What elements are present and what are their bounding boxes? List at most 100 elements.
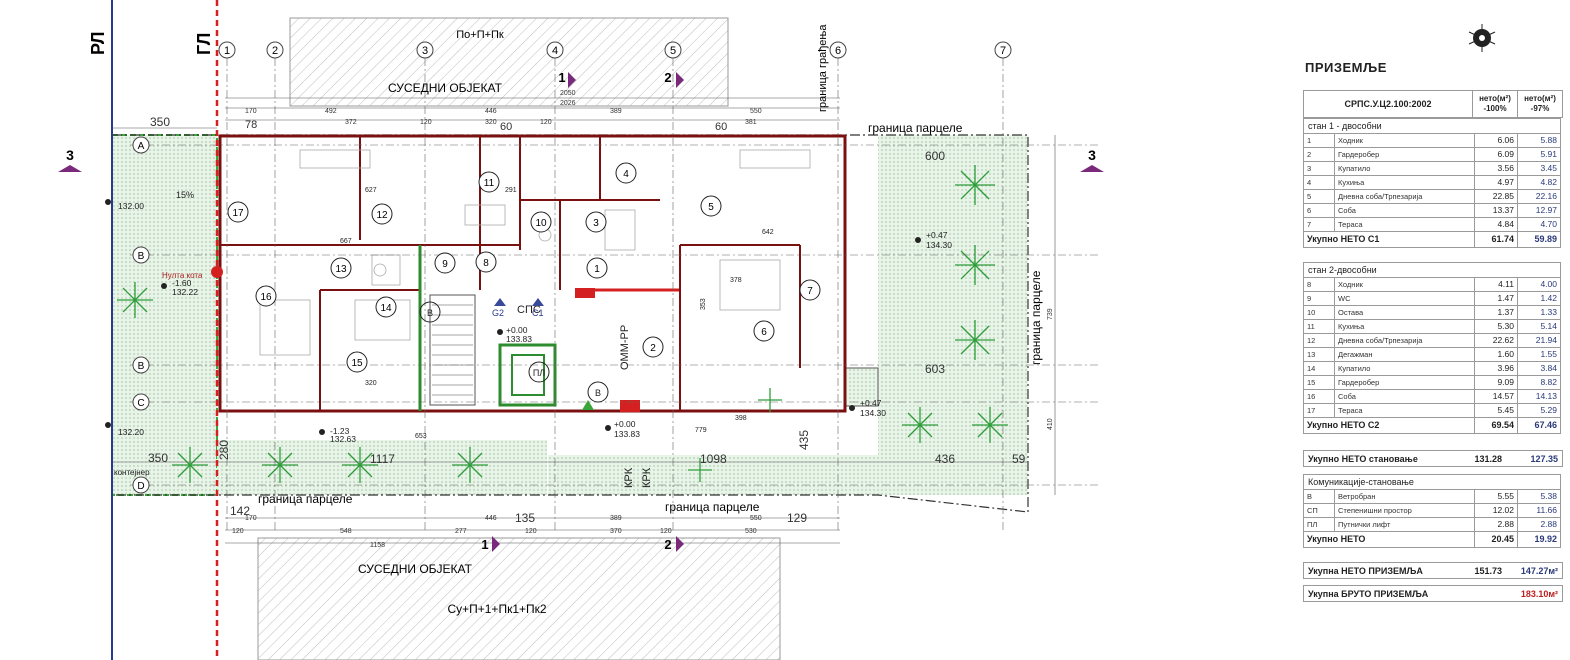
- group-title: Комуникације-становање: [1303, 474, 1561, 490]
- total-label: Укупно НЕТО: [1303, 531, 1475, 548]
- row-number: 15: [1303, 375, 1335, 390]
- table-row: 15 Гардеробер 9.09 8.82: [1303, 375, 1561, 390]
- rl-label: РЛ: [88, 31, 108, 55]
- svg-text:134.30: 134.30: [860, 408, 886, 418]
- svg-text:1: 1: [481, 537, 488, 552]
- total-label: Укупно НЕТО С2: [1303, 417, 1475, 434]
- row-name: Степенишни простор: [1334, 503, 1475, 518]
- row-net-100: 1.60: [1474, 347, 1518, 362]
- svg-text:+0.47: +0.47: [860, 398, 882, 408]
- row-name: Дневна соба/Трпезарија: [1334, 189, 1475, 204]
- svg-text:435: 435: [797, 430, 811, 450]
- svg-text:3: 3: [1088, 147, 1096, 163]
- row-name: Дегажман: [1334, 347, 1475, 362]
- north-arrow-icon: [1468, 24, 1496, 52]
- row-net-100: 4.97: [1474, 175, 1518, 190]
- zero-level-marker: [211, 266, 223, 278]
- svg-text:Нулта кота: Нулта кота: [162, 271, 203, 280]
- row-net-100: 2.88: [1474, 517, 1518, 532]
- ground-gross-row: Укупна БРУТО ПРИЗЕМЉА 183.10м²: [1303, 585, 1563, 602]
- row-net-97: 3.84: [1517, 361, 1561, 376]
- svg-text:15%: 15%: [176, 190, 194, 200]
- neighbor-building-top: [289, 17, 729, 107]
- total-net-100: 69.54: [1474, 417, 1518, 434]
- table-row: 17 Тераса 5.45 5.29: [1303, 403, 1561, 418]
- svg-text:667: 667: [340, 238, 352, 245]
- group-title: стан 2-двособни: [1303, 262, 1561, 278]
- table-row: 7 Тераса 4.84 4.70: [1303, 217, 1561, 232]
- room-number: 14: [380, 303, 392, 314]
- row-net-97: 5.91: [1517, 147, 1561, 162]
- table-row: 16 Соба 14.57 14.13: [1303, 389, 1561, 404]
- row-net-97: 1.55: [1517, 347, 1561, 362]
- row-number: 5: [1303, 189, 1335, 204]
- plot-green-right: [878, 135, 1028, 495]
- table-row: СП Степенишни простор 12.02 11.66: [1303, 503, 1561, 518]
- table-row: 3 Купатило 3.56 3.45: [1303, 161, 1561, 176]
- row-net-97: 4.70: [1517, 217, 1561, 232]
- room-number: 6: [761, 327, 767, 338]
- table-row: ПЛ Путнички лифт 2.88 2.88: [1303, 517, 1561, 532]
- axis-label-left: A: [138, 141, 145, 152]
- row-name: Путнички лифт: [1334, 517, 1475, 532]
- row-number: ПЛ: [1303, 517, 1335, 532]
- svg-text:739: 739: [1047, 308, 1054, 320]
- housing-total-row: Укупно НЕТО становање 131.28 127.35: [1303, 450, 1563, 467]
- row-net-100: 5.30: [1474, 319, 1518, 334]
- room-number: 8: [483, 258, 489, 269]
- table-row: 2 Гардеробер 6.09 5.91: [1303, 147, 1561, 162]
- row-number: 6: [1303, 203, 1335, 218]
- row-name: Кухиња: [1334, 175, 1475, 190]
- svg-text:120: 120: [420, 119, 432, 126]
- svg-text:2026: 2026: [560, 100, 576, 107]
- svg-text:381: 381: [745, 119, 757, 126]
- svg-text:779: 779: [695, 427, 707, 434]
- neighbor-bottom-floors: Су+П+1+Пк1+Пк2: [447, 602, 546, 616]
- svg-text:389: 389: [610, 515, 622, 522]
- row-name: Ветробран: [1334, 489, 1475, 504]
- row-net-97: 4.00: [1517, 277, 1561, 292]
- svg-text:133.83: 133.83: [506, 334, 532, 344]
- table-row: 6 Соба 13.37 12.97: [1303, 203, 1561, 218]
- row-net-97: 4.82: [1517, 175, 1561, 190]
- table-row: 5 Дневна соба/Трпезарија 22.85 22.16: [1303, 189, 1561, 204]
- row-net-97: 5.38: [1517, 489, 1561, 504]
- row-name: Гардеробер: [1334, 147, 1475, 162]
- boundary-bottom-left-label: граница парцеле: [258, 492, 353, 506]
- row-net-97: 14.13: [1517, 389, 1561, 404]
- svg-text:350: 350: [150, 115, 170, 129]
- row-number: 16: [1303, 389, 1335, 404]
- svg-text:653: 653: [415, 433, 427, 440]
- table-row: 13 Дегажман 1.60 1.55: [1303, 347, 1561, 362]
- table-row: 8 Ходник 4.11 4.00: [1303, 277, 1561, 292]
- apartment1-table: стан 1 - двособни 1 Ходник 6.06 5.88 2 Гардеро…: [1303, 118, 1561, 248]
- svg-text:353: 353: [700, 298, 707, 310]
- row-number: 8: [1303, 277, 1335, 292]
- row-name: Кухиња: [1334, 319, 1475, 334]
- row-net-100: 12.02: [1474, 503, 1518, 518]
- row-number: 14: [1303, 361, 1335, 376]
- svg-text:ОММ-РР: ОММ-РР: [619, 325, 631, 370]
- room-number: 11: [484, 178, 495, 189]
- svg-text:+0.00: +0.00: [614, 419, 636, 429]
- svg-text:ПЛ: ПЛ: [533, 368, 545, 378]
- svg-text:320: 320: [485, 119, 497, 126]
- svg-text:132.22: 132.22: [172, 287, 198, 297]
- svg-text:132.20: 132.20: [118, 427, 144, 437]
- header-col2: нето(м²) -97%: [1524, 94, 1556, 113]
- communications-table: Комуникације-становање В Ветробран 5.55 5.38…: [1303, 474, 1561, 548]
- row-net-100: 4.11: [1474, 277, 1518, 292]
- row-number: 3: [1303, 161, 1335, 176]
- svg-text:370: 370: [610, 528, 622, 535]
- svg-text:132.00: 132.00: [118, 201, 144, 211]
- row-net-100: 22.85: [1474, 189, 1518, 204]
- room-number: 5: [708, 202, 714, 213]
- svg-text:B: B: [595, 388, 601, 398]
- svg-text:129: 129: [787, 511, 807, 525]
- row-name: Соба: [1334, 203, 1475, 218]
- room-number: 1: [594, 264, 600, 275]
- row-number: 10: [1303, 305, 1335, 320]
- table-row: 9 WC 1.47 1.42: [1303, 291, 1561, 306]
- svg-text:G2: G2: [492, 308, 504, 318]
- total-label: Укупно НЕТО С1: [1303, 231, 1475, 248]
